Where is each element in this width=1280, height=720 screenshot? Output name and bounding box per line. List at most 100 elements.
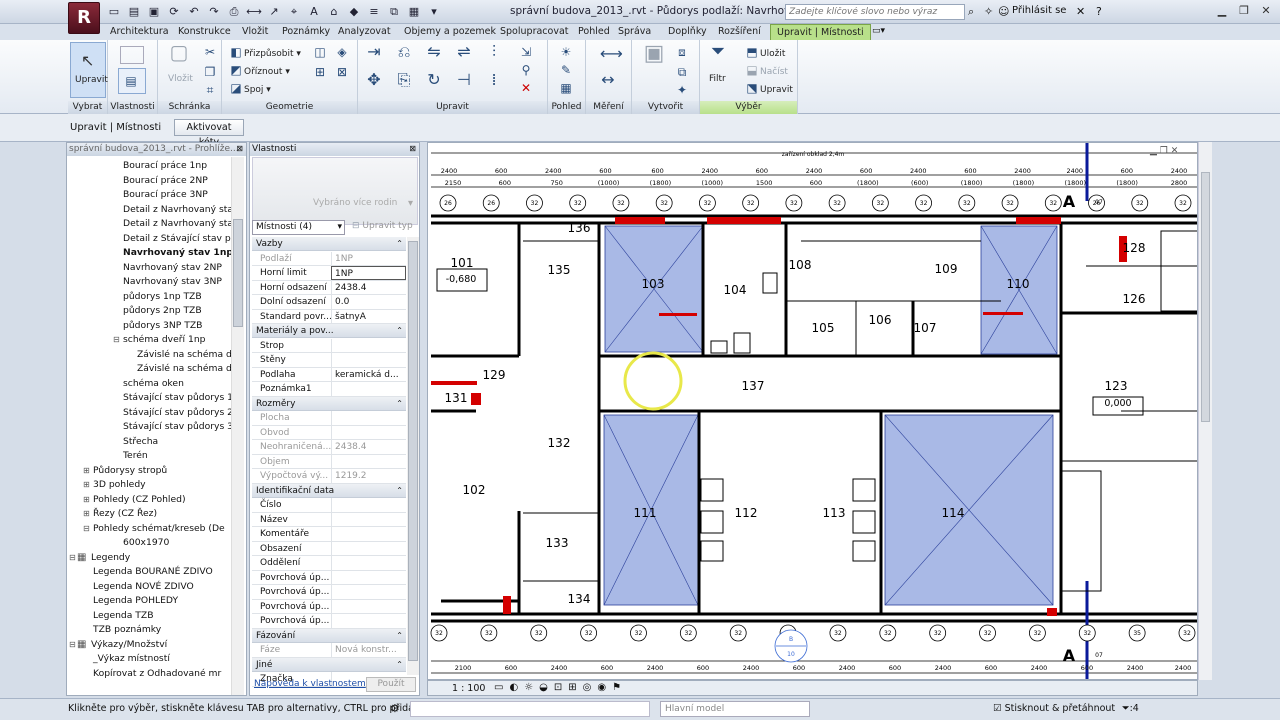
- property-value[interactable]: Nová konstr...: [331, 643, 406, 657]
- floor-plan[interactable]: zařízení obklad 2,4m 2400 600 2400 600 600 240…: [428, 143, 1198, 680]
- close-icon[interactable]: ✕: [1258, 3, 1274, 19]
- property-value[interactable]: [331, 512, 406, 527]
- browser-item[interactable]: Navrhovaný stav 1np: [123, 246, 233, 260]
- property-value[interactable]: 2438.4: [331, 280, 406, 295]
- browser-item[interactable]: Závislé na schéma dv: [137, 362, 237, 376]
- browser-scrollbar[interactable]: [231, 157, 244, 695]
- property-row[interactable]: Číslo: [252, 498, 406, 513]
- search-icon[interactable]: ⌕: [968, 5, 974, 19]
- tab-5[interactable]: Objemy a pozemek: [398, 24, 502, 40]
- dimension-icon[interactable]: ↗: [266, 4, 282, 20]
- property-value[interactable]: 2438.4: [331, 440, 406, 454]
- restore-icon[interactable]: ❐: [1236, 3, 1252, 19]
- type-properties-icon[interactable]: [120, 46, 144, 64]
- aligned-dimension-icon[interactable]: ↔: [600, 72, 616, 88]
- tab-2[interactable]: Vložit: [236, 24, 274, 40]
- temporary-hide-icon[interactable]: ◎: [583, 682, 592, 693]
- property-row[interactable]: Povrchová úp...: [252, 599, 406, 614]
- lightbulb-icon[interactable]: ☀: [558, 44, 574, 60]
- browser-scroll-thumb[interactable]: [233, 219, 243, 327]
- browser-item[interactable]: Stávající stav půdorys 3r: [123, 420, 237, 434]
- sync-icon[interactable]: ⟳: [166, 4, 182, 20]
- property-value[interactable]: 1NP: [331, 251, 406, 266]
- property-value[interactable]: [331, 599, 406, 614]
- property-value[interactable]: [331, 454, 406, 469]
- browser-item[interactable]: 3D pohledy: [93, 478, 146, 492]
- property-value[interactable]: [331, 498, 406, 512]
- type-selector[interactable]: Vybráno více rodin ▾: [252, 157, 418, 225]
- instance-filter-dropdown[interactable]: Místnosti (4) ▾: [252, 220, 345, 235]
- tree-toggle-icon[interactable]: ⊞: [83, 509, 90, 518]
- drawing-area[interactable]: zařízení obklad 2,4m 2400 600 2400 600 600 240…: [427, 142, 1198, 680]
- wall-joins-icon[interactable]: ⊞: [312, 64, 328, 80]
- browser-item[interactable]: _Výkaz místností: [93, 652, 170, 666]
- properties-scroll-thumb[interactable]: [408, 241, 418, 661]
- filter-button[interactable]: ⏷ Filtr: [704, 43, 734, 98]
- paint-icon[interactable]: ◈: [334, 44, 350, 60]
- show-crop-icon[interactable]: ⊞: [568, 682, 576, 693]
- browser-item[interactable]: 600x1970: [123, 536, 169, 550]
- browser-item[interactable]: Detail z Navrhovaný stav: [123, 203, 238, 217]
- drawing-vertical-scrollbar[interactable]: [1198, 142, 1212, 680]
- close-hidden-icon[interactable]: ⧉: [386, 4, 402, 20]
- property-value[interactable]: [331, 585, 406, 599]
- tree-toggle-icon[interactable]: ⊞: [83, 495, 90, 504]
- property-row[interactable]: Plocha: [252, 411, 406, 426]
- tag-icon[interactable]: ⌖: [286, 4, 302, 20]
- tab-4[interactable]: Analyzovat: [332, 24, 397, 40]
- property-value[interactable]: [331, 338, 406, 353]
- collapse-icon[interactable]: ⌃: [396, 629, 403, 643]
- property-value[interactable]: 1219.2: [331, 469, 406, 483]
- copy-icon[interactable]: ❐: [202, 64, 218, 80]
- browser-item[interactable]: Střecha: [123, 435, 158, 449]
- activate-dimensions-button[interactable]: Aktivovat kóty: [174, 119, 244, 148]
- sun-path-icon[interactable]: ☼: [524, 682, 533, 693]
- close-icon[interactable]: ✕: [1171, 146, 1179, 156]
- property-row[interactable]: Povrchová úp...: [252, 585, 406, 600]
- tree-toggle-icon[interactable]: ⊟: [69, 640, 76, 649]
- crop-view-icon[interactable]: ⊡: [554, 682, 562, 693]
- browser-item[interactable]: Navrhovaný stav 2NP: [123, 261, 222, 275]
- login-link[interactable]: Přihlásit se: [1012, 5, 1066, 16]
- create-assembly-icon[interactable]: ▣: [640, 43, 668, 74]
- property-value[interactable]: [331, 353, 406, 367]
- property-value[interactable]: [331, 556, 406, 570]
- split-face-icon[interactable]: ◫: [312, 44, 328, 60]
- property-row[interactable]: Obvod: [252, 425, 406, 440]
- redo-icon[interactable]: ↷: [206, 4, 222, 20]
- tab-7[interactable]: Pohled: [572, 24, 616, 40]
- browser-item[interactable]: Bourací práce 3NP: [123, 188, 208, 202]
- edit-selection-button[interactable]: ⬔ Upravit: [744, 80, 793, 96]
- create-parts-icon[interactable]: ⧈: [674, 44, 690, 60]
- browser-item[interactable]: Legenda NOVÉ ZDIVO: [93, 580, 194, 594]
- undo-icon[interactable]: ↶: [186, 4, 202, 20]
- tree-toggle-icon[interactable]: ⊟: [69, 553, 76, 562]
- property-row[interactable]: Výpočtová vý... 1219.2: [252, 469, 406, 484]
- browser-item[interactable]: Legenda TZB: [93, 609, 154, 623]
- folder-icon[interactable]: ▤: [126, 4, 142, 20]
- property-section[interactable]: Vazby ⌃: [252, 237, 406, 251]
- delete-icon[interactable]: ✕: [518, 80, 534, 96]
- help-icon[interactable]: ?: [1096, 5, 1102, 18]
- property-section[interactable]: Materiály a pov... ⌃: [252, 324, 406, 338]
- browser-item[interactable]: Bourací práce 2NP: [123, 174, 208, 188]
- paste-button[interactable]: ▢ Vložit: [166, 42, 193, 98]
- property-value[interactable]: šatnyA: [331, 309, 406, 324]
- move-icon[interactable]: ✥: [366, 72, 382, 88]
- property-row[interactable]: Standard povr... šatnyA: [252, 309, 406, 324]
- 3d-view-icon[interactable]: ⌂: [326, 4, 342, 20]
- copy-element-icon[interactable]: ⎘: [396, 72, 412, 88]
- property-section[interactable]: Rozměry ⌃: [252, 396, 406, 411]
- create-similar-icon[interactable]: ✦: [674, 82, 690, 98]
- property-value[interactable]: [331, 411, 406, 425]
- browser-item[interactable]: Detail z Navrhovaný stav: [123, 217, 238, 231]
- hide-icon[interactable]: ▦: [558, 80, 574, 96]
- browser-item[interactable]: Pohledy schémat/kreseb (De: [93, 522, 225, 536]
- offset-icon[interactable]: ⎌: [396, 44, 412, 60]
- open-icon[interactable]: ▭: [106, 4, 122, 20]
- section-icon[interactable]: ◆: [346, 4, 362, 20]
- property-row[interactable]: Horní limit 1NP: [252, 266, 406, 281]
- text-icon[interactable]: A: [306, 4, 322, 20]
- browser-item[interactable]: Detail z Stávající stav pů: [123, 232, 237, 246]
- properties-scrollbar[interactable]: [407, 237, 419, 675]
